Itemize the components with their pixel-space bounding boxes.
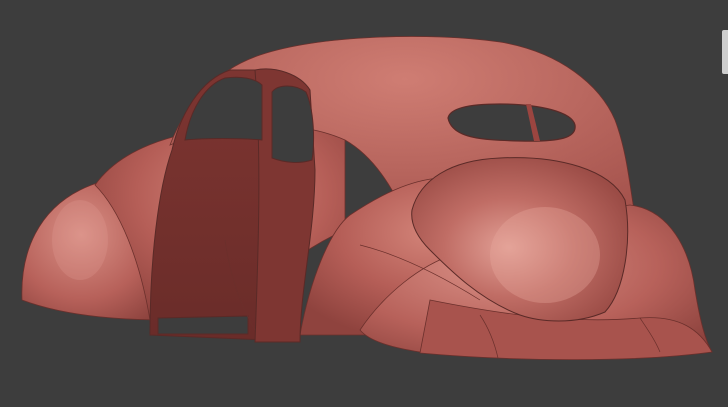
engine-lid-highlight (490, 207, 600, 303)
quarter-window[interactable] (271, 85, 315, 163)
car-body-render[interactable] (0, 0, 728, 407)
front-door-window[interactable] (184, 76, 263, 141)
fender-highlight (52, 200, 108, 280)
3d-viewport[interactable] (0, 0, 728, 407)
door-sill-opening[interactable] (157, 315, 249, 335)
viewport-edge-handle[interactable] (722, 30, 728, 74)
